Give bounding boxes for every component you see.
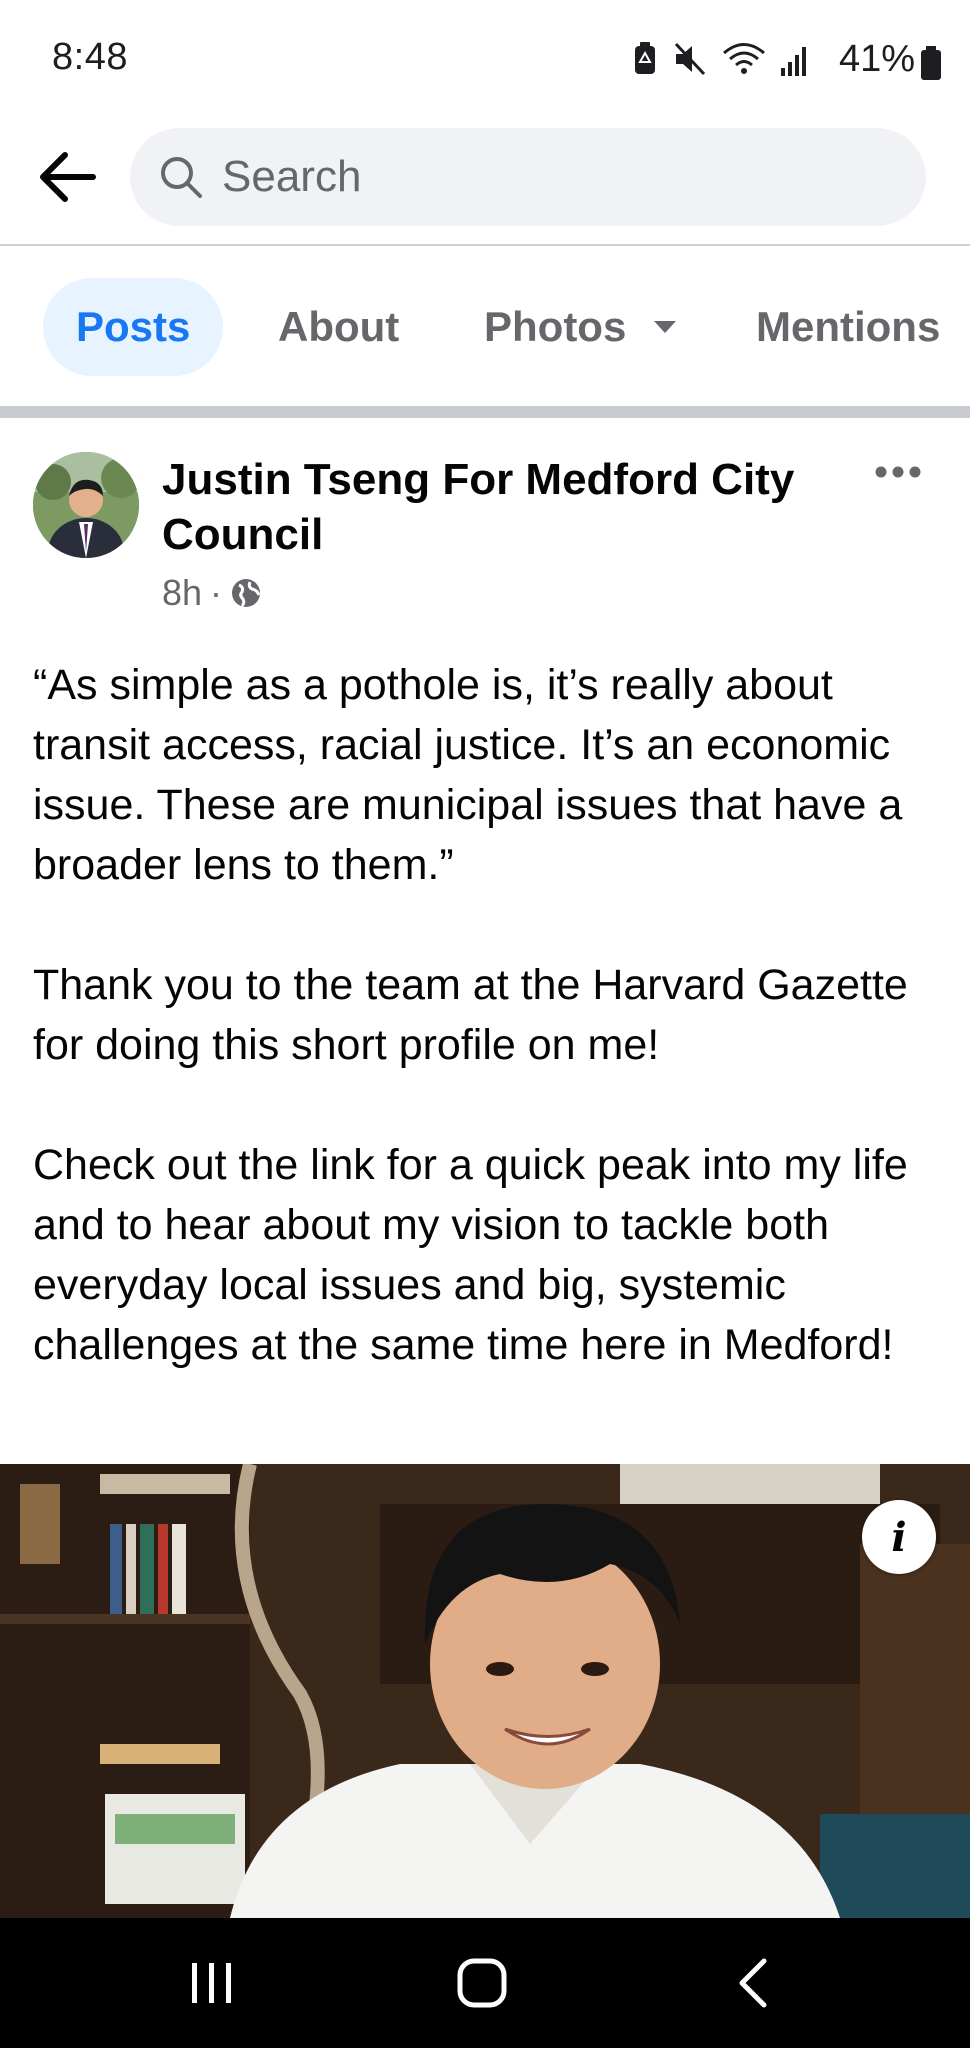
- battery-percentage: 41%: [838, 38, 915, 80]
- meta-separator: ·: [210, 572, 223, 613]
- recent-apps-button[interactable]: [152, 1918, 272, 2048]
- page-tabs: Posts About Photos Mentions: [0, 246, 970, 406]
- tab-photos[interactable]: Photos: [484, 278, 678, 376]
- wifi-icon: [723, 43, 765, 74]
- more-options-button[interactable]: [870, 452, 926, 492]
- back-arrow-icon: [40, 152, 96, 202]
- tab-mentions-label: Mentions: [756, 303, 941, 350]
- signal-icon: [781, 47, 806, 76]
- info-icon: i: [891, 1513, 907, 1561]
- tab-about[interactable]: About: [278, 278, 399, 376]
- home-button[interactable]: [422, 1918, 542, 2048]
- post-author[interactable]: Justin Tseng For Medford City Council: [162, 452, 842, 562]
- post-paragraph: Check out the link for a quick peak into…: [33, 1141, 908, 1369]
- mute-icon: [674, 42, 706, 76]
- search-icon: [161, 157, 202, 198]
- status-time: 8:48: [52, 36, 128, 78]
- section-divider: [0, 406, 970, 418]
- author-avatar[interactable]: [33, 452, 139, 558]
- more-dots-icon: [875, 466, 921, 478]
- recent-apps-icon: [192, 1963, 231, 2003]
- home-icon: [457, 1958, 507, 2008]
- tab-photos-label: Photos: [484, 303, 627, 350]
- avatar-image: [33, 452, 139, 558]
- system-back-button[interactable]: [692, 1918, 812, 2048]
- status-icons: [632, 42, 810, 76]
- system-navigation-bar: [0, 1918, 970, 2048]
- post-paragraph: Thank you to the team at the Harvard Gaz…: [33, 961, 908, 1069]
- battery-icon: [921, 46, 941, 80]
- profile-photo: [0, 1464, 970, 1918]
- tab-about-label: About: [278, 303, 400, 350]
- top-bar: [0, 120, 970, 246]
- search-box[interactable]: [130, 128, 926, 226]
- post-meta: 8h ·: [162, 572, 262, 614]
- info-button[interactable]: i: [862, 1500, 936, 1574]
- system-back-icon: [739, 1958, 767, 2008]
- globe-icon: [232, 579, 261, 608]
- status-bar: 8:48 41%: [0, 0, 970, 120]
- tab-posts-label: Posts: [76, 303, 191, 350]
- tab-mentions[interactable]: Mentions: [756, 278, 940, 376]
- post-link-image[interactable]: [0, 1464, 970, 1918]
- post-body: “As simple as a pothole is, it’s really …: [33, 655, 953, 1375]
- post-paragraph: “As simple as a pothole is, it’s really …: [33, 661, 903, 889]
- tab-posts[interactable]: Posts: [43, 278, 224, 376]
- post-time[interactable]: 8h: [162, 572, 202, 614]
- search-input[interactable]: [220, 151, 844, 203]
- back-button[interactable]: [32, 142, 102, 212]
- caret-down-icon: [654, 321, 677, 333]
- battery-saver-icon: [635, 42, 655, 74]
